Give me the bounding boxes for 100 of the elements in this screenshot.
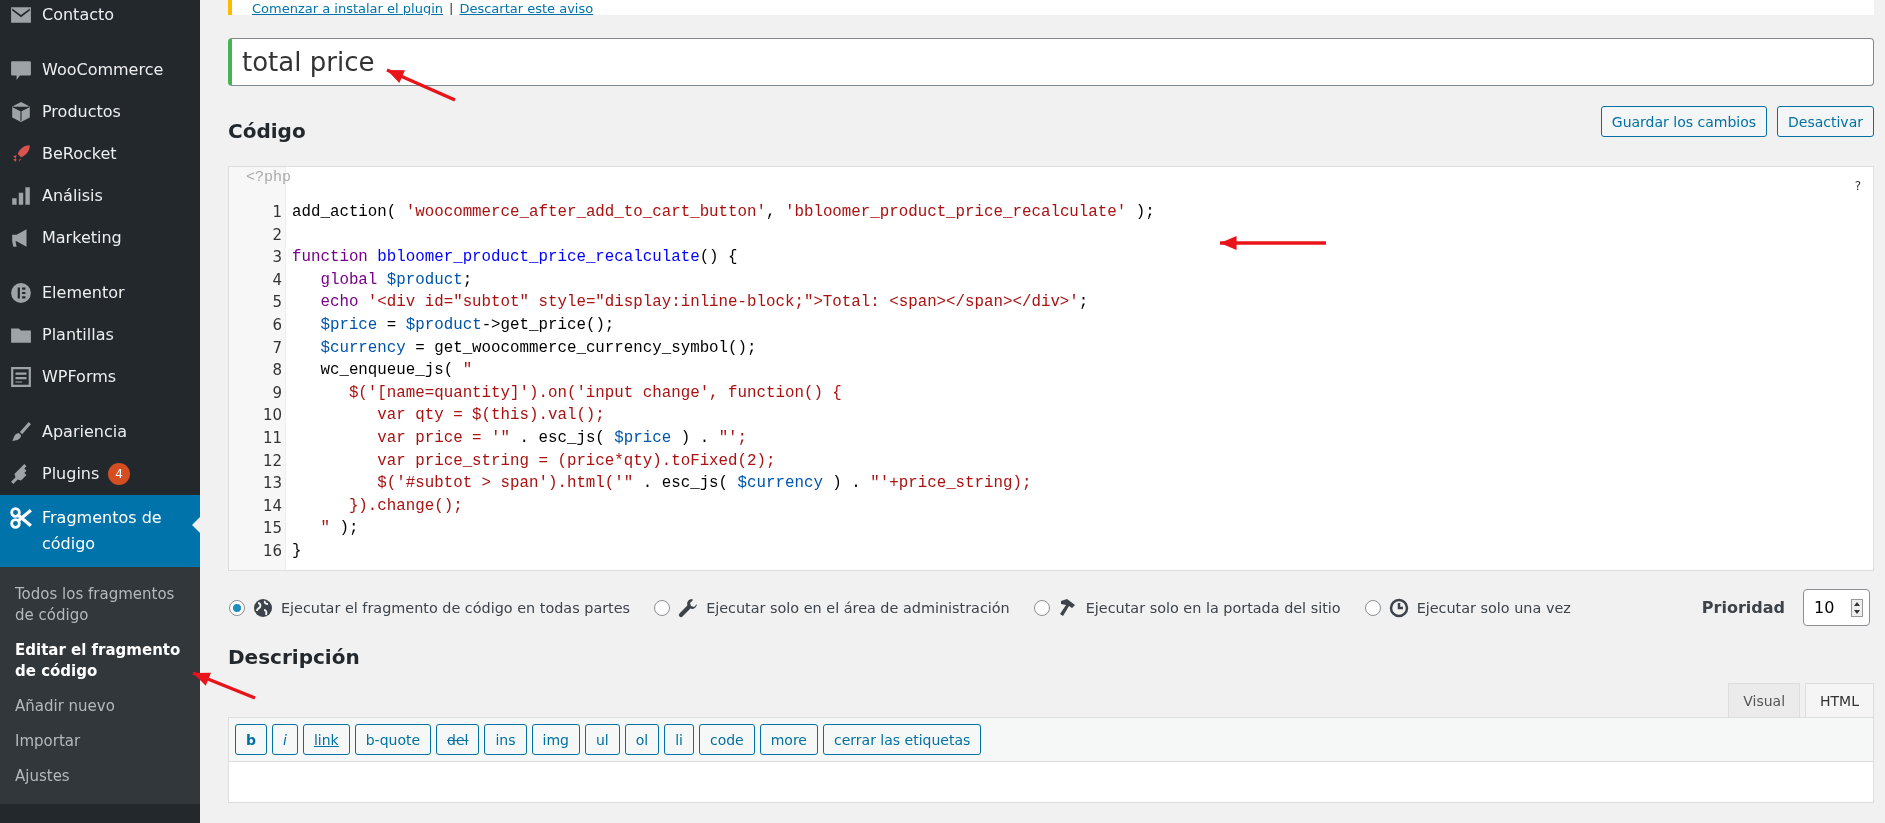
sidebar-item[interactable]: WooCommerce: [0, 49, 200, 91]
line-number: 3: [271, 247, 283, 269]
line-number: 1: [271, 202, 283, 223]
radio-button[interactable]: [229, 599, 245, 616]
toolbar-button[interactable]: img: [531, 724, 580, 755]
hammer-icon: [1057, 597, 1078, 618]
active-pointer: [192, 517, 200, 533]
section-heading: Código: [228, 119, 306, 143]
radio-button[interactable]: [1364, 599, 1381, 616]
toolbar-button[interactable]: del: [436, 724, 480, 755]
code-editor[interactable]: [228, 166, 1874, 571]
code-line: global $product;: [319, 269, 474, 291]
code-line: echo '<div id="subtot" style="display:inline-block;">Total: <span></span></div>';: [319, 292, 1090, 314]
line-number: 8: [271, 360, 283, 382]
sidebar-item[interactable]: BeRocket: [0, 133, 200, 175]
code-line: <?php: [245, 168, 291, 188]
envelope-icon: [10, 4, 32, 26]
title-input[interactable]: total price: [228, 38, 1874, 86]
code-line: function bbloomer_product_price_recalculate() {: [292, 247, 739, 269]
editor-tab[interactable]: Visual: [1728, 683, 1801, 717]
option-label: Ejecutar solo una vez: [1416, 599, 1571, 616]
notice-link[interactable]: Descartar este aviso: [459, 3, 594, 15]
option-label: Ejecutar el fragmento de código en todas partes: [281, 599, 631, 616]
rocket-icon: [10, 143, 32, 165]
toolbar-button[interactable]: b: [235, 724, 268, 755]
sidebar-item[interactable]: Plantillas: [0, 314, 200, 356]
line-number: 4: [271, 269, 283, 291]
radio-button[interactable]: [1033, 599, 1050, 616]
sidebar-item[interactable]: Análisis: [0, 175, 200, 217]
globe-icon: [253, 597, 273, 618]
line-number: 2: [271, 224, 283, 246]
sidebar-item[interactable]: Elementor: [0, 272, 200, 314]
toolbar-button[interactable]: i: [272, 724, 298, 755]
toolbar-button[interactable]: li: [664, 724, 694, 755]
form-icon: [10, 366, 32, 388]
radio-button[interactable]: [654, 599, 671, 616]
submenu-item[interactable]: Todos los fragmentos de código: [0, 577, 200, 633]
code-line: var price_string = (price*qty).toFixed(2);: [376, 450, 777, 472]
annotation-arrow: [191, 669, 257, 700]
code-line: $('#subtot > span').html('" . esc_js( $currency ) . "'+price_string);: [376, 473, 1033, 495]
code-line: }: [292, 540, 303, 562]
paintbrush-icon: [10, 421, 32, 443]
line-number: 7: [271, 337, 283, 359]
annotation-arrow: [385, 66, 457, 102]
option-label: Ejecutar solo en el área de administración: [706, 599, 1010, 616]
code-line: $price = $product->get_price();: [319, 314, 616, 336]
toolbar-button[interactable]: ul: [584, 724, 620, 755]
toolbar-button[interactable]: link: [302, 724, 350, 755]
line-number: 13: [261, 473, 283, 495]
code-line: wc_enqueue_js( ": [319, 360, 474, 382]
sidebar-item[interactable]: Plugins 4: [0, 453, 200, 495]
submenu-item[interactable]: Añadir nuevo: [0, 689, 200, 724]
spinner-arrows-icon: [1851, 598, 1863, 617]
toolbar-button[interactable]: ol: [624, 724, 660, 755]
sidebar-item[interactable]: Apariencia: [0, 411, 200, 453]
submenu-item[interactable]: Importar: [0, 724, 200, 759]
code-line: $('[name=quantity]').on('input change', function() {: [347, 382, 843, 404]
section-heading: Descripción: [228, 645, 361, 669]
e-circle-icon: [10, 282, 32, 304]
clock-icon: [1388, 597, 1409, 618]
code-line: " );: [319, 518, 360, 540]
line-number: 14: [261, 495, 283, 517]
notice-link[interactable]: Comenzar a instalar el plugin: [252, 3, 443, 15]
action-button[interactable]: Desactivar: [1777, 106, 1874, 137]
number-field[interactable]: 10: [1803, 589, 1870, 626]
toolbar-button[interactable]: cerrar las etiquetas: [823, 724, 982, 755]
line-number: 6: [271, 314, 283, 336]
editor-tab[interactable]: HTML: [1805, 683, 1874, 717]
sidebar-item[interactable]: Productos: [0, 91, 200, 133]
line-number: 16: [261, 540, 283, 562]
line-number: 10: [261, 405, 283, 427]
toolbar-button[interactable]: b-quote: [354, 724, 432, 755]
line-number: 11: [261, 427, 283, 449]
line-number: 15: [261, 518, 283, 540]
code-line: add_action( 'woocommerce_after_add_to_cart_button', 'bbloomer_product_price_recalculate' );: [292, 202, 1156, 223]
sidebar-item[interactable]: Fragmentos de código: [0, 495, 200, 567]
sidebar-item[interactable]: WPForms: [0, 356, 200, 398]
code-line: $currency = get_woocommerce_currency_symbol();: [319, 337, 758, 359]
line-number: 5: [271, 292, 283, 314]
cube-icon: [10, 101, 32, 123]
code-line: var price = '" . esc_js( $price ) . "';: [376, 427, 749, 449]
submenu-item[interactable]: Editar el fragmento de código: [0, 633, 200, 689]
submenu-item[interactable]: Ajustes: [0, 759, 200, 794]
code-line: }).change();: [347, 495, 464, 517]
field-label: Prioridad: [1701, 598, 1785, 617]
code-line: var qty = $(this).val();: [376, 405, 606, 427]
count-badge: 4: [108, 463, 130, 485]
toolbar-button[interactable]: more: [759, 724, 818, 755]
toolbar-button[interactable]: ins: [484, 724, 527, 755]
chat-bubble-icon: [10, 59, 32, 81]
bar-chart-icon: [10, 185, 32, 207]
sidebar-item[interactable]: Marketing: [0, 217, 200, 259]
toolbar-button[interactable]: code: [698, 724, 755, 755]
action-button[interactable]: Guardar los cambios: [1600, 106, 1768, 137]
sidebar-item[interactable]: Contacto: [0, 0, 200, 36]
option-label: Ejecutar solo en la portada del sitio: [1085, 599, 1341, 616]
scissors-icon: [10, 507, 32, 529]
wrench-icon: [678, 597, 699, 618]
help-link[interactable]: ?: [1854, 179, 1861, 201]
line-number: 12: [261, 450, 283, 472]
